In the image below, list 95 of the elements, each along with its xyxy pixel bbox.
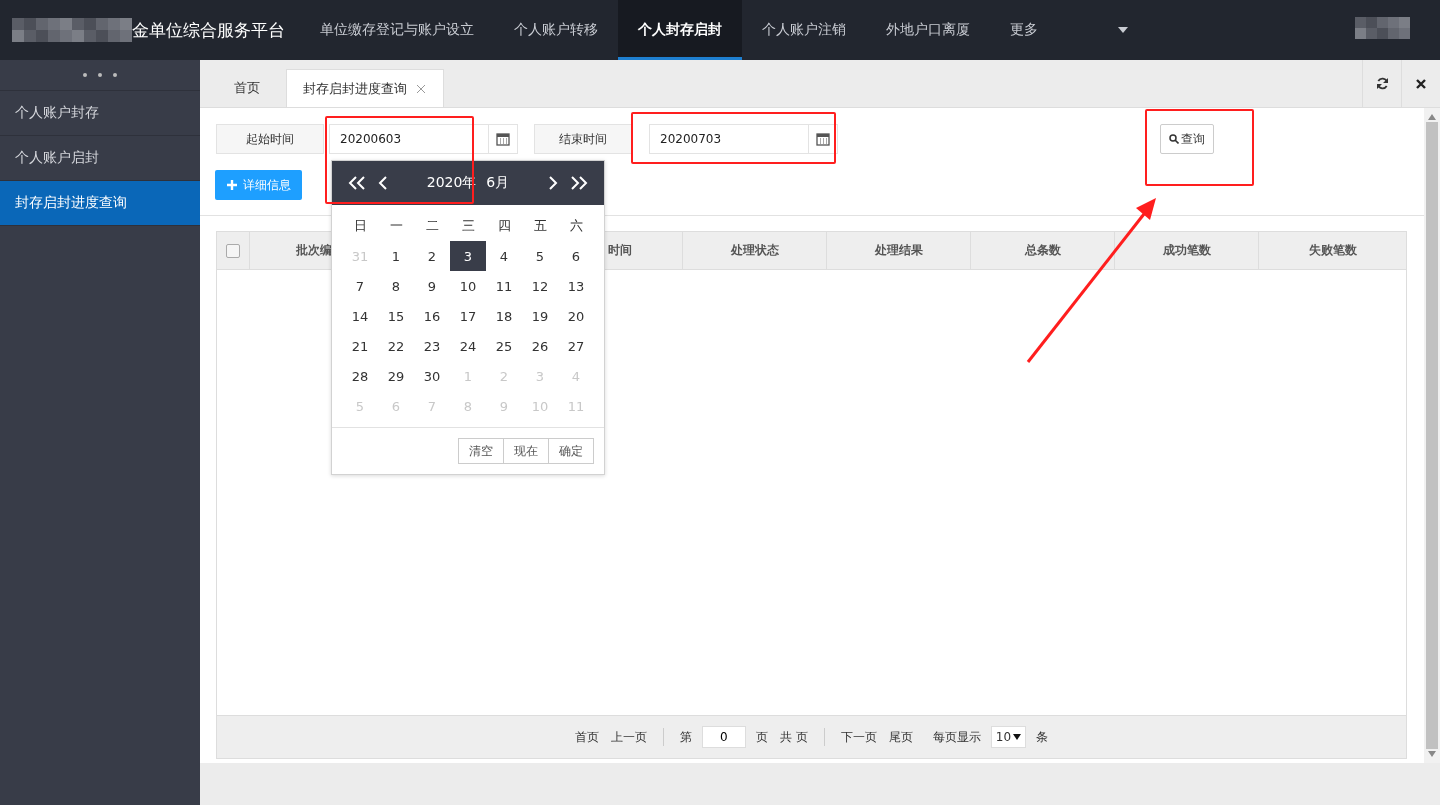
calendar-day[interactable]: 27 — [558, 331, 594, 361]
calendar-day[interactable]: 3 — [450, 241, 486, 271]
calendar-day[interactable]: 23 — [414, 331, 450, 361]
calendar-day[interactable]: 25 — [486, 331, 522, 361]
page-number-field[interactable]: 0 — [701, 726, 746, 748]
caret-icon — [1013, 734, 1022, 740]
column-header: 成功笔数 — [1162, 242, 1211, 259]
per-page-select[interactable]: 10 — [990, 726, 1027, 748]
weekday-label: 六 — [568, 217, 584, 235]
double-chevron-right-icon — [570, 176, 588, 190]
nav-tab[interactable]: 外地户口离厦 — [866, 0, 990, 60]
weekday-label: 二 — [424, 217, 440, 235]
calendar-icon — [816, 132, 830, 146]
more-dots-icon[interactable] — [83, 73, 117, 77]
dropdown-caret-icon[interactable] — [1118, 27, 1128, 33]
per-page-suffix: 条 — [1035, 728, 1050, 746]
calendar-day[interactable]: 8 — [378, 271, 414, 301]
picker-action-button[interactable]: 现在 — [503, 438, 549, 464]
weekday-label: 四 — [496, 217, 512, 235]
calendar-day[interactable]: 29 — [378, 361, 414, 391]
calendar-day[interactable]: 22 — [378, 331, 414, 361]
calendar-day[interactable]: 20 — [558, 301, 594, 331]
picker-action-button[interactable]: 清空 — [458, 438, 504, 464]
calendar-day[interactable]: 12 — [522, 271, 558, 301]
calendar-day[interactable]: 18 — [486, 301, 522, 331]
select-all-checkbox[interactable] — [226, 243, 240, 258]
nav-tab[interactable]: 个人封存启封 — [618, 0, 742, 60]
calendar-day[interactable]: 14 — [342, 301, 378, 331]
calendar-day[interactable]: 28 — [342, 361, 378, 391]
nav-tab[interactable]: 个人账户注销 — [742, 0, 866, 60]
calendar-icon — [496, 132, 510, 146]
first-page-link[interactable]: 首页 — [568, 728, 605, 746]
calendar-day[interactable]: 17 — [450, 301, 486, 331]
calendar-button[interactable] — [489, 124, 518, 154]
month-label[interactable]: 6月 — [486, 174, 510, 192]
calendar-day[interactable]: 13 — [558, 271, 594, 301]
nav-tab[interactable]: 更多 — [990, 0, 1058, 60]
calendar-day[interactable]: 21 — [342, 331, 378, 361]
weekday-label: 五 — [532, 217, 548, 235]
platform-title: 金单位综合服务平台 — [132, 18, 285, 42]
calendar-day[interactable]: 4 — [486, 241, 522, 271]
column-header: 时间 — [608, 242, 632, 259]
per-page-label: 每页显示 — [931, 728, 982, 746]
scroll-down-icon[interactable] — [1428, 751, 1436, 757]
calendar-day[interactable]: 30 — [414, 361, 450, 391]
calendar-day[interactable]: 6 — [558, 241, 594, 271]
start-time-label: 起始时间 — [216, 124, 324, 154]
calendar-day[interactable]: 26 — [522, 331, 558, 361]
calendar-day[interactable]: 1 — [378, 241, 414, 271]
page-suffix: 页 — [754, 728, 769, 746]
scrollbar[interactable] — [1424, 108, 1440, 763]
calendar-day[interactable]: 16 — [414, 301, 450, 331]
sidebar-item[interactable]: 封存启封进度查询 — [0, 181, 200, 226]
calendar-day[interactable]: 10 — [450, 271, 486, 301]
end-time-label: 结束时间 — [534, 124, 632, 154]
weekday-label: 日 — [352, 217, 368, 235]
calendar-day[interactable]: 2 — [414, 241, 450, 271]
next-page-link[interactable]: 下一页 — [834, 728, 883, 746]
nav-tab[interactable]: 个人账户转移 — [494, 0, 618, 60]
calendar-day[interactable]: 9 — [414, 271, 450, 301]
refresh-icon — [1375, 77, 1389, 90]
chevron-left-icon — [378, 176, 387, 190]
nav-tab[interactable]: 单位缴存登记与账户设立 — [300, 0, 494, 60]
pixelated-username — [1355, 17, 1410, 39]
close-icon — [1416, 78, 1426, 89]
weekday-label: 一 — [388, 217, 404, 235]
close-icon[interactable] — [417, 84, 425, 93]
calendar-day[interactable]: 11 — [486, 271, 522, 301]
column-header: 批次编 — [295, 242, 332, 259]
double-chevron-left-icon — [348, 176, 366, 190]
calendar-button[interactable] — [809, 124, 838, 154]
column-header: 失败笔数 — [1308, 242, 1357, 259]
plus-icon — [226, 180, 237, 190]
calendar-day[interactable]: 15 — [378, 301, 414, 331]
search-icon — [1169, 134, 1179, 144]
column-header: 处理状态 — [730, 242, 779, 259]
column-header: 总条数 — [1024, 242, 1061, 259]
total-pages-text: 共 页 — [778, 728, 809, 746]
start-date-field[interactable]: 20200603 — [329, 124, 489, 154]
scroll-up-icon[interactable] — [1428, 114, 1436, 120]
last-page-link[interactable]: 尾页 — [882, 728, 919, 746]
search-button[interactable]: 查询 — [1160, 124, 1214, 154]
picker-action-button[interactable]: 确定 — [548, 438, 594, 464]
prev-page-link[interactable]: 上一页 — [604, 728, 653, 746]
column-header: 处理结果 — [874, 242, 923, 259]
end-date-field[interactable]: 20200703 — [649, 124, 809, 154]
page-tab[interactable]: 首页 — [200, 69, 286, 107]
chevron-right-icon — [549, 176, 558, 190]
calendar-day[interactable]: 5 — [522, 241, 558, 271]
page-tab[interactable]: 封存启封进度查询 — [286, 69, 444, 107]
page-prefix: 第 — [678, 728, 693, 746]
calendar-day[interactable]: 19 — [522, 301, 558, 331]
calendar-day[interactable]: 24 — [450, 331, 486, 361]
calendar-day[interactable]: 7 — [342, 271, 378, 301]
weekday-label: 三 — [460, 217, 476, 235]
